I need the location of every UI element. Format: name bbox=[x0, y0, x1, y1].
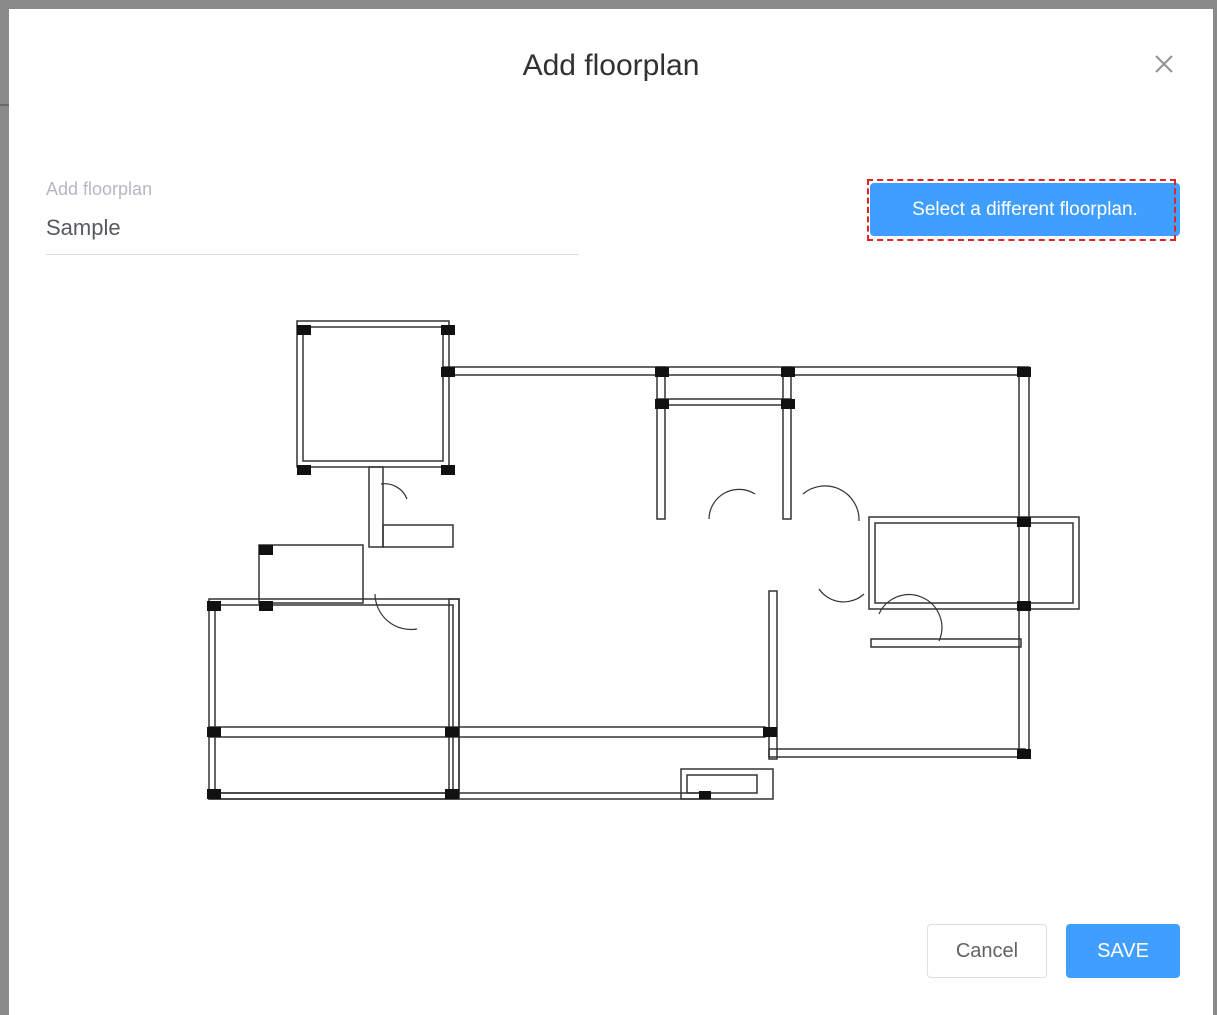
dialog-title: Add floorplan bbox=[522, 49, 700, 82]
save-button[interactable]: SAVE bbox=[1066, 924, 1180, 978]
cancel-button[interactable]: Cancel bbox=[927, 924, 1047, 978]
close-icon bbox=[1155, 55, 1173, 73]
add-floorplan-dialog: Add floorplan Add floorplan Sample Selec… bbox=[9, 9, 1213, 1015]
select-different-floorplan-button[interactable]: Select a different floorplan. bbox=[870, 183, 1180, 236]
close-button[interactable] bbox=[1151, 51, 1177, 77]
floorplan-name-input[interactable]: Sample bbox=[46, 215, 121, 241]
floorplan-preview-image bbox=[207, 320, 1080, 800]
floorplan-name-underline bbox=[46, 254, 579, 255]
window-frame-right bbox=[1213, 0, 1217, 1015]
window-frame-notch bbox=[0, 104, 9, 106]
floorplan-name-label: Add floorplan bbox=[46, 179, 153, 199]
window-frame-left bbox=[0, 0, 9, 1015]
window-frame-top bbox=[0, 0, 1217, 9]
